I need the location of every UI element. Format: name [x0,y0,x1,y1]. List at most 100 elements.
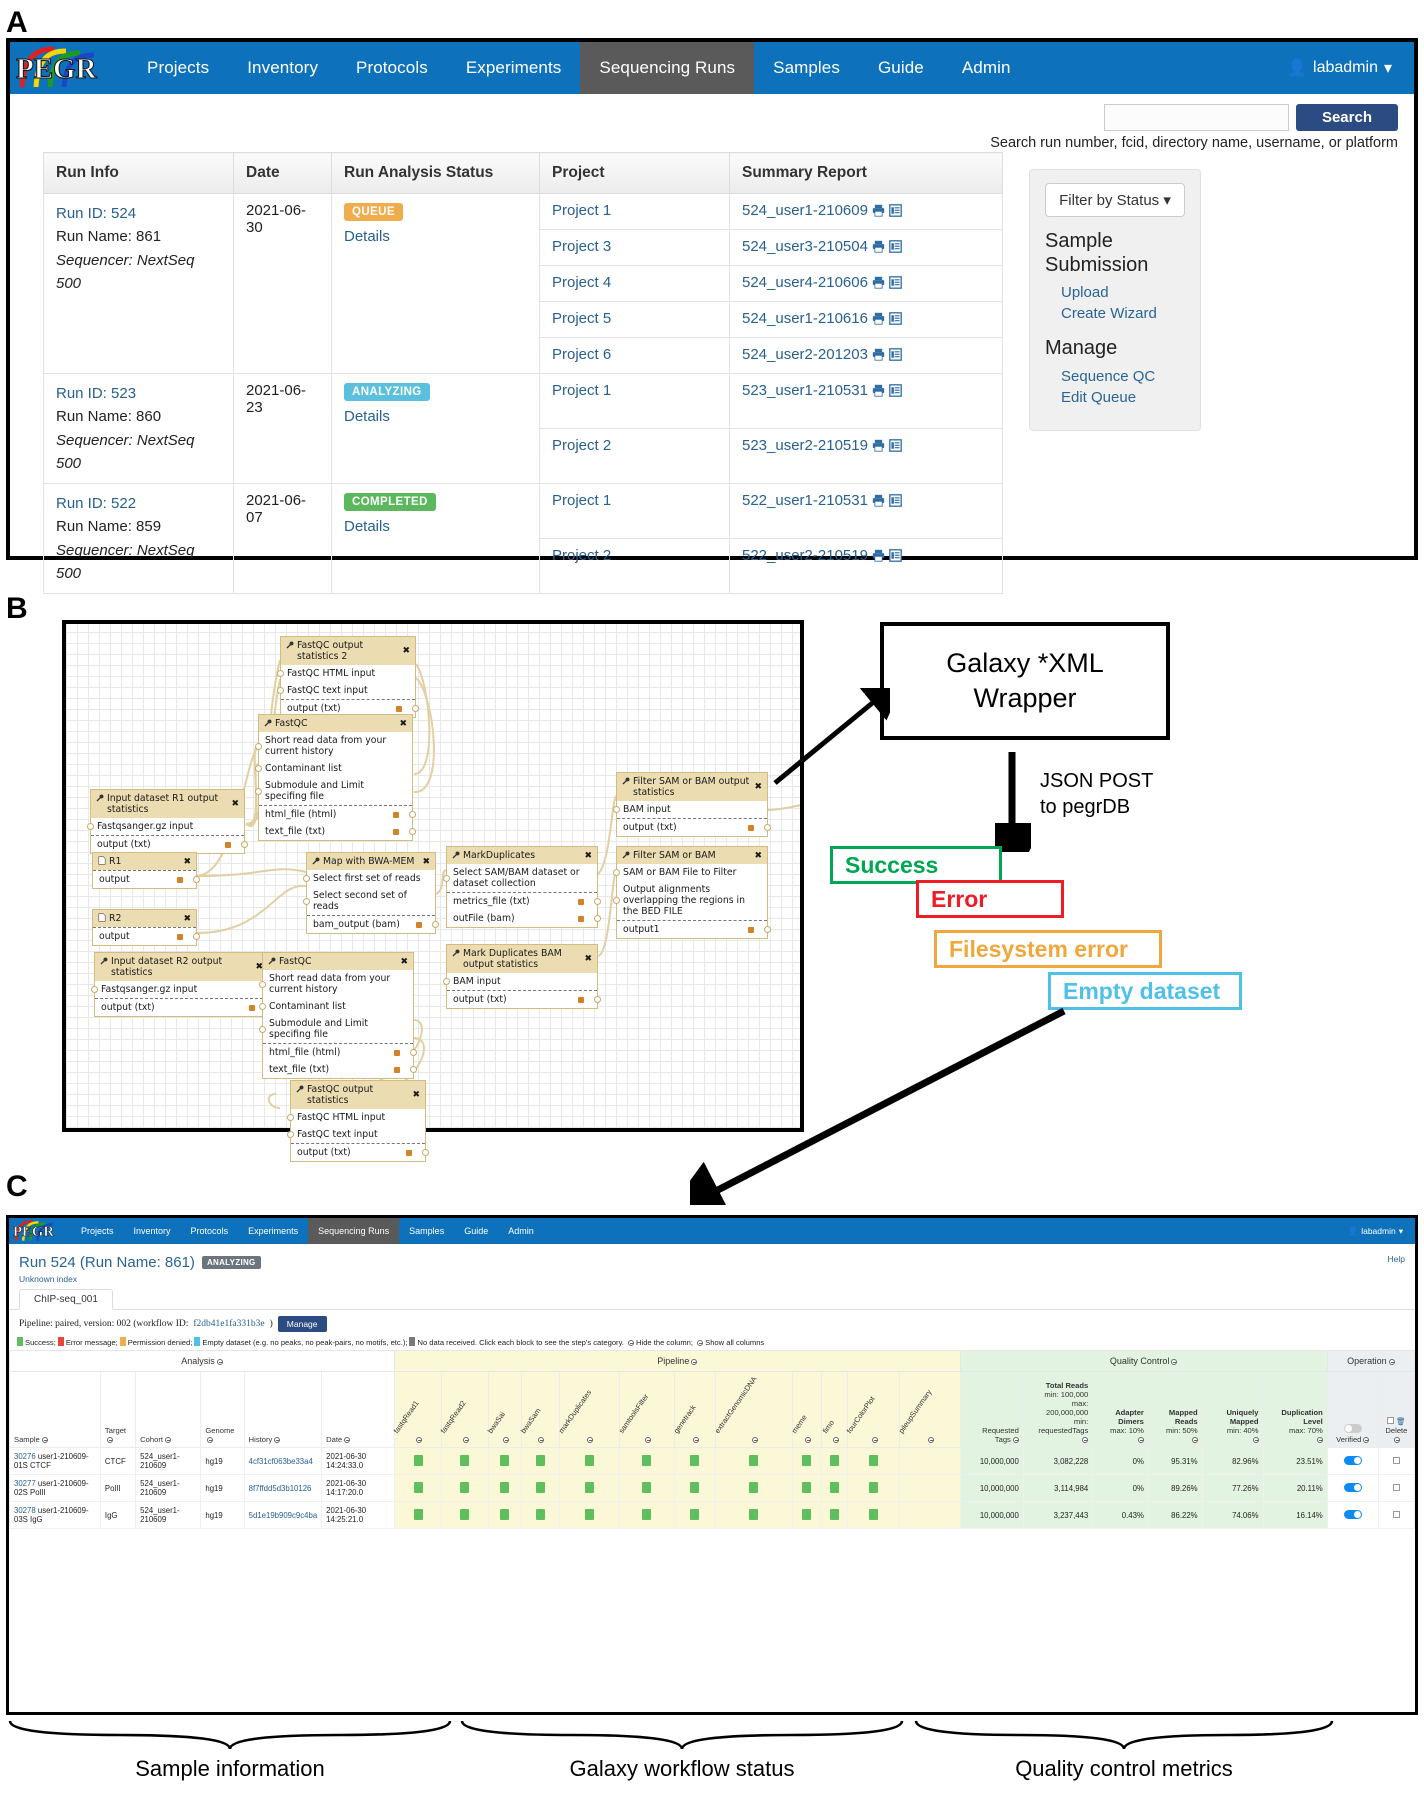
sort-icon[interactable] [164,1437,171,1443]
status-block-success[interactable] [830,1481,840,1493]
status-block-success[interactable] [460,1481,470,1493]
input-port[interactable] [443,874,450,882]
summary-report-link[interactable]: 523_user1-210531 [742,382,868,399]
close-icon[interactable]: ✖ [400,957,408,967]
workflow-input[interactable]: Submodule and Limit specifing file [259,1015,413,1043]
workflow-node-r2_stats[interactable]: Input dataset R2 output statistics ✖ Fastq… [91,952,272,1017]
output-port[interactable] [764,824,771,831]
sort-icon[interactable] [691,1359,698,1365]
workflow-node-header[interactable]: FastQC output statistics ✖ [291,1081,425,1109]
status-block-success[interactable] [413,1454,423,1466]
col-pipeline-markDuplicates[interactable]: markDuplicates [556,1371,620,1448]
workflow-node-r1[interactable]: R1 ✖ output [92,852,200,889]
summary-report-link[interactable]: 524_user2-201203 [742,346,868,363]
pipeline-status-block[interactable] [899,1501,961,1529]
output-port[interactable] [410,1066,417,1073]
verified-toggle[interactable] [1343,1455,1362,1465]
project-link[interactable]: Project 2 [552,437,611,454]
summary-report-link[interactable]: 523_user2-210519 [742,437,868,454]
status-block-success[interactable] [802,1508,812,1520]
pipeline-status-block[interactable] [520,1474,560,1502]
status-details-link[interactable]: Details [344,518,527,535]
status-block-success[interactable] [535,1481,545,1493]
sort-icon[interactable] [1316,1437,1323,1443]
nav-item-experiments[interactable]: Experiments [447,42,581,94]
help-link[interactable]: Help [1388,1254,1405,1264]
col-qc-0[interactable]: Requested Tags [959,1371,1024,1448]
col-project[interactable]: Project [539,152,730,194]
col-qc-4[interactable]: Uniquely Mapped min: 40% [1201,1371,1264,1448]
sort-icon[interactable] [274,1437,281,1443]
summary-report-link[interactable]: 522_user1-210531 [742,492,868,509]
workflow-node-markdup[interactable]: MarkDuplicates ✖ Select SAM/BAM dataset or… [443,846,601,928]
verified-toggle[interactable] [1343,1482,1362,1492]
workflow-node-header[interactable]: FastQC ✖ [259,715,412,732]
col-sample[interactable]: Sample [9,1371,101,1448]
workflow-input[interactable]: Select SAM/BAM dataset or dataset collec… [443,864,597,892]
run-id-link[interactable]: Run ID: 523 [56,382,221,405]
pipeline-status-block[interactable] [558,1447,620,1475]
workflow-input[interactable]: SAM or BAM File to Filter [613,864,767,881]
status-block-success[interactable] [500,1481,510,1493]
status-block-success[interactable] [830,1454,840,1466]
workflow-input[interactable]: FastQC text input [287,1126,425,1143]
status-block-success[interactable] [642,1454,652,1466]
pipeline-status-block[interactable] [715,1447,793,1475]
pipeline-status-block[interactable] [899,1447,961,1475]
search-input[interactable] [1103,104,1289,131]
status-block-success[interactable] [802,1454,812,1466]
status-block-success[interactable] [413,1508,423,1520]
report-icon[interactable] [889,384,902,401]
report-icon[interactable] [889,348,902,365]
sidebar-link-create-wizard[interactable]: Create Wizard [1045,303,1185,324]
report-icon[interactable] [889,204,902,221]
workflow-output[interactable]: output (txt) [617,818,771,836]
print-icon[interactable] [872,276,885,293]
pipeline-status-block[interactable] [899,1474,961,1502]
verified-cell[interactable] [1326,1474,1379,1502]
pipeline-status-block[interactable] [394,1447,442,1475]
sidebar-link-edit-queue[interactable]: Edit Queue [1045,387,1185,408]
workflow-node-fastqc_bot[interactable]: FastQC ✖ Short read data from your current… [259,952,417,1079]
close-icon[interactable]: ✖ [402,646,410,656]
workflow-output[interactable]: text_file (txt) [259,823,416,840]
unknown-index-link[interactable]: Unknown index [19,1274,1415,1284]
verified-toggle[interactable] [1343,1509,1362,1519]
col-qc-1[interactable]: Total Reads min: 100,000 max: 200,000,000 m… [1022,1371,1094,1448]
workflow-node-header[interactable]: R1 ✖ [93,853,196,870]
pegr-logo-small[interactable]: PEGR [9,1218,71,1244]
status-block-success[interactable] [690,1481,700,1493]
close-icon[interactable]: ✖ [231,799,239,809]
output-port[interactable] [594,996,601,1003]
nav-c-item-guide[interactable]: Guide [454,1218,498,1244]
summary-report-link[interactable]: 524_user1-210609 [742,202,868,219]
sort-icon[interactable] [1191,1437,1198,1443]
col-date[interactable]: Date [233,152,332,194]
project-link[interactable]: Project 1 [552,202,611,219]
input-port[interactable] [255,765,262,772]
sort-icon[interactable] [106,1437,113,1443]
pipeline-status-block[interactable] [673,1474,717,1502]
workflow-node-filter[interactable]: Filter SAM or BAM ✖ SAM or BAM File to Fil… [613,846,771,939]
user-menu-c[interactable]: 👤 labadmin ▾ [1348,1218,1403,1244]
summary-report-link[interactable]: 524_user3-210504 [742,238,868,255]
workflow-node-header[interactable]: R2 ✖ [93,910,196,927]
pipeline-status-block[interactable] [673,1447,717,1475]
workflow-input[interactable]: Fastqsanger.gz input [91,981,268,998]
col-delete[interactable]: 🗑 Delete [1377,1371,1415,1448]
input-port[interactable] [287,1131,294,1138]
sort-icon[interactable] [207,1437,214,1443]
workflow-input[interactable]: FastQC HTML input [287,1109,425,1126]
pipeline-status-block[interactable] [791,1447,823,1475]
nav-item-admin[interactable]: Admin [943,42,1030,94]
trash-icon[interactable]: 🗑 [1396,1417,1406,1426]
output-port[interactable] [422,1149,429,1156]
nav-c-item-inventory[interactable]: Inventory [124,1218,181,1244]
workflow-output[interactable]: outFile (bam) [447,910,601,927]
hide-column-toggle[interactable]: Hide the column; [626,1338,693,1347]
input-port[interactable] [613,897,620,904]
input-port[interactable] [277,687,284,694]
delete-cell[interactable] [1377,1447,1415,1475]
pipeline-status-block[interactable] [558,1474,620,1502]
col-pipeline-fastqRead1[interactable]: fastqRead1 [392,1371,442,1448]
